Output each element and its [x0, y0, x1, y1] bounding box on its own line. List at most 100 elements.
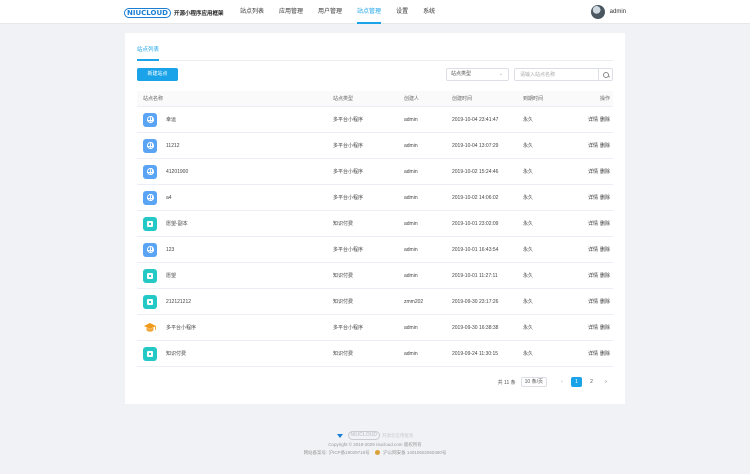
site-created-time: 2019-09-30 23:17:26 [452, 298, 499, 305]
site-name: 愿望-副本 [166, 221, 188, 227]
logo-mark: NIUCLOUD [124, 8, 171, 18]
site-name: 11212 [166, 142, 180, 149]
site-type: 多平台小程序 [333, 117, 364, 123]
site-type: 多平台小程序 [333, 195, 364, 201]
site-expire-time: 永久 [523, 325, 534, 331]
site-type: 多平台小程序 [333, 169, 364, 175]
site-expire-time: 永久 [523, 299, 534, 305]
tab-bar: 站点列表 [137, 41, 613, 61]
police-badge-icon [374, 450, 380, 456]
delete-link[interactable]: 删除 [600, 299, 610, 305]
site-name: 多平台小程序 [166, 325, 197, 331]
nav-site-list[interactable]: 站点列表 [240, 0, 264, 24]
table-row: a4 多平台小程序 admin 2019-10-02 14:06:02 永久 详… [137, 185, 613, 211]
site-expire-time: 永久 [523, 117, 534, 123]
delete-link[interactable]: 删除 [600, 247, 610, 253]
footer-logo-mark: NIUCLOUD [347, 431, 380, 440]
detail-link[interactable]: 详情 [588, 351, 598, 357]
user-menu[interactable]: admin [590, 5, 626, 19]
globe-icon [143, 242, 157, 257]
detail-link[interactable]: 详情 [588, 273, 598, 279]
detail-link[interactable]: 详情 [588, 169, 598, 175]
page-size-select[interactable]: 10 条/页 [520, 377, 547, 387]
site-type: 知识付费 [333, 273, 354, 279]
detail-link[interactable]: 详情 [588, 221, 598, 227]
detail-link[interactable]: 详情 [588, 325, 598, 331]
nav-user-management[interactable]: 用户管理 [318, 0, 342, 24]
site-type: 多平台小程序 [333, 143, 364, 149]
site-search [514, 68, 613, 81]
site-name: 123 [166, 246, 175, 253]
delete-link[interactable]: 删除 [600, 169, 610, 175]
site-created-time: 2019-10-01 23:02:09 [452, 220, 499, 227]
avatar[interactable] [590, 5, 605, 19]
nav-app-management[interactable]: 应用管理 [279, 0, 303, 24]
table-row: 11212 多平台小程序 admin 2019-10-04 13:07:29 永… [137, 133, 613, 159]
site-expire-time: 永久 [523, 221, 534, 227]
site-created-time: 2019-10-01 11:27:11 [452, 272, 498, 279]
table-row: 知识付费 知识付费 admin 2019-09-24 11:30:15 永久 详… [137, 341, 613, 367]
header-expire-time: 到期时间 [523, 96, 544, 102]
detail-link[interactable]: 详情 [588, 117, 598, 123]
user-name[interactable]: admin [610, 9, 626, 15]
police-link[interactable]: 沪公网安备 14010602060480号 [383, 450, 446, 455]
page-footer: NIUCLOUD 开源云应用框架 Copyright © 2019-2029 n… [0, 431, 750, 457]
delete-link[interactable]: 删除 [600, 195, 610, 201]
site-type: 知识付费 [333, 221, 354, 227]
page-button-2[interactable]: 2 [586, 377, 597, 387]
table-row: 123 多平台小程序 admin 2019-10-01 16:43:54 永久 … [137, 237, 613, 263]
tab-site-list[interactable]: 站点列表 [137, 45, 160, 61]
header-creator: 创建人 [404, 96, 420, 102]
site-name: a4 [166, 194, 172, 201]
site-creator: admin [404, 272, 418, 279]
search-input[interactable] [515, 69, 599, 80]
delete-link[interactable]: 删除 [600, 221, 610, 227]
site-name: 幸运 [166, 117, 177, 123]
site-type: 知识付费 [333, 351, 354, 357]
site-name: 41201900 [166, 168, 189, 175]
pagination: 共 11 条 10 条/页 ‹ 1 2 › [498, 377, 613, 387]
table-row: 41201900 多平台小程序 admin 2019-10-02 15:24:4… [137, 159, 613, 185]
site-creator: admin [404, 142, 418, 149]
table-row: 212121212 知识付费 zmm202 2019-09-30 23:17:2… [137, 289, 613, 315]
main-nav: 站点列表 应用管理 用户管理 站点管理 设置 系统 [240, 0, 450, 24]
detail-link[interactable]: 详情 [588, 143, 598, 149]
site-type: 多平台小程序 [333, 325, 364, 331]
detail-link[interactable]: 详情 [588, 299, 598, 305]
page-button-1[interactable]: 1 [571, 377, 582, 387]
nav-system[interactable]: 系统 [423, 0, 435, 24]
site-name: 愿望 [166, 273, 177, 279]
footer-logo: NIUCLOUD 开源云应用框架 [0, 431, 750, 440]
delete-link[interactable]: 删除 [600, 351, 610, 357]
top-navigation-bar: NIUCLOUD 开源小程序应用框架 站点列表 应用管理 用户管理 站点管理 设… [0, 0, 750, 24]
site-created-time: 2019-10-02 15:24:46 [452, 168, 499, 175]
site-created-time: 2019-09-24 11:30:15 [452, 350, 499, 357]
new-site-button[interactable]: 新建站点 [137, 68, 178, 81]
detail-link[interactable]: 详情 [588, 195, 598, 201]
site-creator: admin [404, 246, 418, 253]
site-type-select[interactable]: 站点类型 ⌄ [446, 68, 509, 81]
nav-site-management[interactable]: 站点管理 [357, 0, 382, 24]
delete-link[interactable]: 删除 [600, 117, 610, 123]
site-created-time: 2019-10-01 16:43:54 [452, 246, 499, 253]
footer-logo-text: 开源云应用框架 [381, 432, 414, 438]
site-expire-time: 永久 [523, 273, 534, 279]
table-row: 多平台小程序 多平台小程序 admin 2019-09-30 16:38:38 … [137, 315, 613, 341]
app-logo[interactable]: NIUCLOUD 开源小程序应用框架 [124, 8, 223, 18]
delete-link[interactable]: 删除 [600, 273, 610, 279]
chevron-left-icon[interactable]: ‹ [557, 379, 567, 385]
site-creator: admin [404, 116, 418, 123]
chevron-down-icon: ⌄ [498, 71, 503, 77]
chevron-right-icon[interactable]: › [601, 379, 611, 385]
site-expire-time: 永久 [523, 143, 534, 149]
pagination-total: 共 11 条 [497, 379, 516, 386]
search-icon[interactable] [598, 69, 612, 80]
delete-link[interactable]: 删除 [600, 325, 610, 331]
nav-settings[interactable]: 设置 [396, 0, 408, 24]
detail-link[interactable]: 详情 [588, 247, 598, 253]
icp-link[interactable]: 网站备案号: 沪ICP备19029718号 [304, 450, 370, 455]
header-operations: 操作 [599, 96, 610, 102]
delete-link[interactable]: 删除 [600, 143, 610, 149]
footer-record-line: 网站备案号: 沪ICP备19029718号 沪公网安备 140106020604… [0, 449, 750, 457]
table-header: 站点名称 站点类型 创建人 创建时间 到期时间 操作 [137, 91, 613, 107]
